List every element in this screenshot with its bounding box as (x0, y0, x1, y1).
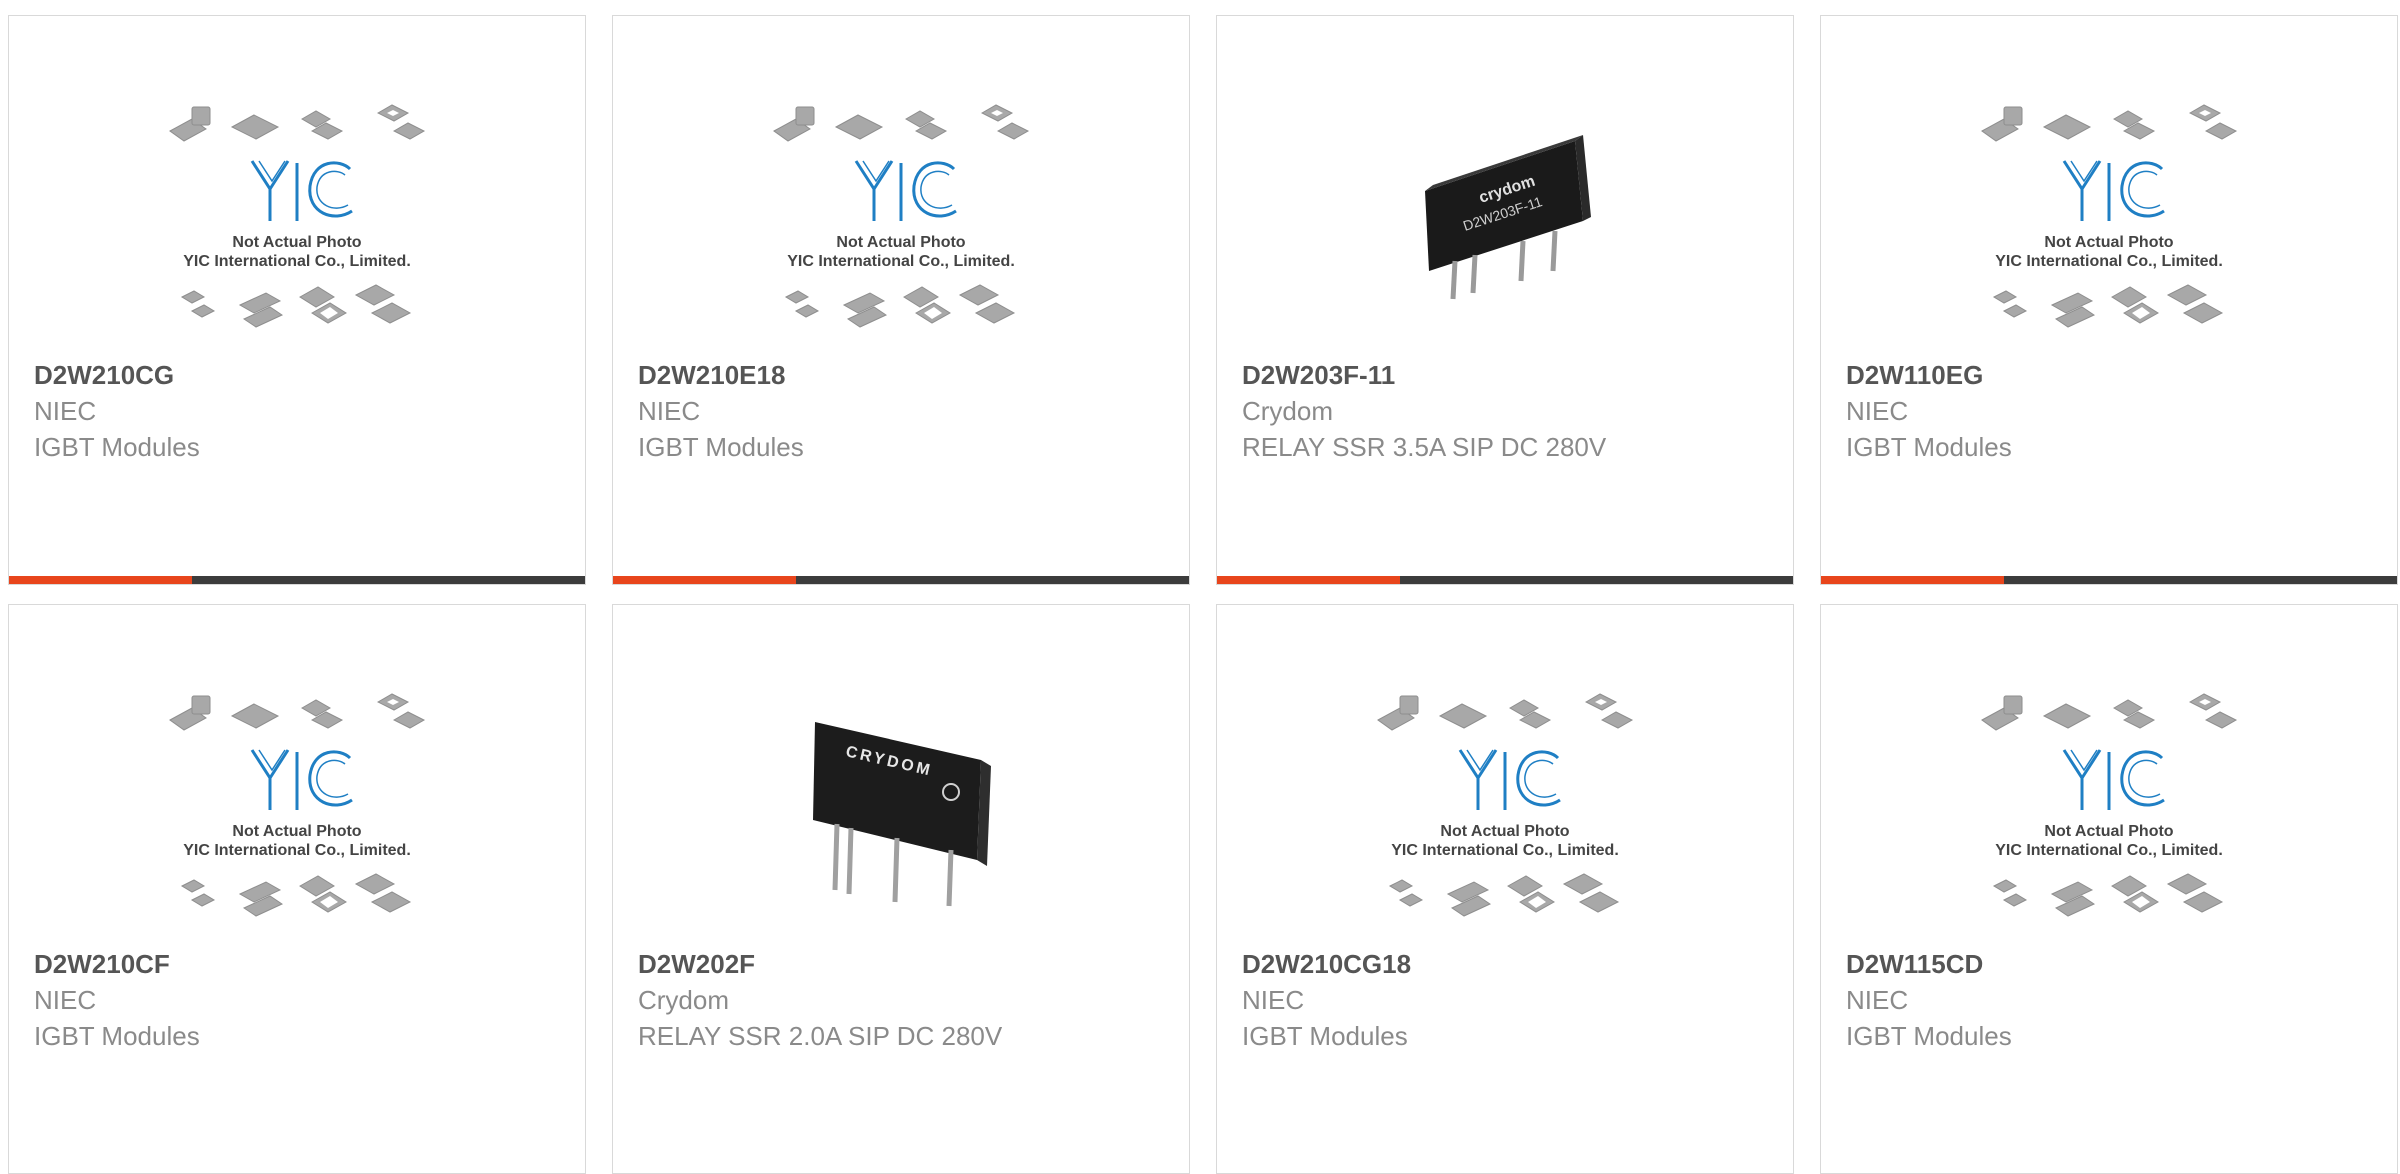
placeholder-caption: Not Actual Photo (2044, 823, 2173, 840)
manufacturer-label: NIEC (34, 985, 97, 1015)
product-card[interactable]: crydom D2W203F-11 D2W203F-11 Crydom RELA… (1216, 15, 1794, 585)
product-info: D2W210E18 NIEC IGBT Modules (638, 357, 1169, 465)
part-number-link[interactable]: D2W210CG18 (1242, 946, 1773, 982)
part-number-link[interactable]: D2W110EG (1846, 357, 2377, 393)
card-bottom-accent (613, 576, 796, 584)
part-number-link[interactable]: D2W210CF (34, 946, 565, 982)
product-image[interactable]: Not Actual Photo YIC International Co., … (1821, 665, 2397, 955)
relay-photo: CRYDOM (801, 710, 1001, 910)
yic-logo-icon (854, 160, 957, 221)
placeholder-caption: YIC International Co., Limited. (183, 253, 411, 270)
product-image[interactable]: Not Actual Photo YIC International Co., … (1821, 76, 2397, 366)
manufacturer-label: NIEC (1846, 396, 1909, 426)
product-card[interactable]: Not Actual Photo YIC International Co., … (1216, 604, 1794, 1174)
description-label: IGBT Modules (34, 432, 200, 462)
product-image[interactable]: crydom D2W203F-11 (1217, 76, 1793, 366)
product-info: D2W115CD NIEC IGBT Modules (1846, 946, 2377, 1054)
placeholder-image: Not Actual Photo YIC International Co., … (1377, 693, 1634, 917)
part-number-link[interactable]: D2W210CG (34, 357, 565, 393)
product-info: D2W110EG NIEC IGBT Modules (1846, 357, 2377, 465)
placeholder-image: Not Actual Photo YIC International Co., … (169, 693, 426, 917)
product-card[interactable]: Not Actual Photo YIC International Co., … (8, 15, 586, 585)
card-bottom-accent (9, 576, 192, 584)
card-bottom-bar (613, 576, 1189, 584)
part-number-link[interactable]: D2W202F (638, 946, 1169, 982)
yic-logo-icon (1458, 749, 1561, 810)
placeholder-image: Not Actual Photo YIC International Co., … (1981, 693, 2238, 917)
product-card[interactable]: Not Actual Photo YIC International Co., … (8, 604, 586, 1174)
placeholder-caption: Not Actual Photo (836, 234, 965, 251)
card-bottom-accent (1821, 576, 2004, 584)
product-info: D2W210CG NIEC IGBT Modules (34, 357, 565, 465)
product-grid: Not Actual Photo YIC International Co., … (8, 15, 2398, 1174)
placeholder-image: Not Actual Photo YIC International Co., … (169, 104, 426, 328)
product-info: D2W202F Crydom RELAY SSR 2.0A SIP DC 280… (638, 946, 1169, 1054)
manufacturer-label: NIEC (638, 396, 701, 426)
description-label: IGBT Modules (1846, 432, 2012, 462)
part-number-link[interactable]: D2W115CD (1846, 946, 2377, 982)
yic-logo-icon (2062, 160, 2165, 221)
part-number-link[interactable]: D2W210E18 (638, 357, 1169, 393)
product-card[interactable]: Not Actual Photo YIC International Co., … (1820, 604, 2398, 1174)
card-bottom-bar (9, 576, 585, 584)
product-image[interactable]: Not Actual Photo YIC International Co., … (613, 76, 1189, 366)
description-label: RELAY SSR 2.0A SIP DC 280V (638, 1021, 1003, 1051)
placeholder-caption: YIC International Co., Limited. (183, 842, 411, 859)
relay-photo: crydom D2W203F-11 (1405, 121, 1605, 321)
description-label: IGBT Modules (1242, 1021, 1408, 1051)
placeholder-caption: YIC International Co., Limited. (1995, 253, 2223, 270)
placeholder-caption: YIC International Co., Limited. (787, 253, 1015, 270)
manufacturer-label: Crydom (1242, 396, 1334, 426)
product-image[interactable]: Not Actual Photo YIC International Co., … (9, 665, 585, 955)
product-card[interactable]: CRYDOM D2W202F Crydom RELAY SSR 2.0A SIP… (612, 604, 1190, 1174)
description-label: IGBT Modules (34, 1021, 200, 1051)
product-image[interactable]: Not Actual Photo YIC International Co., … (9, 76, 585, 366)
card-bottom-bar (1217, 576, 1793, 584)
manufacturer-label: NIEC (1242, 985, 1305, 1015)
manufacturer-label: Crydom (638, 985, 730, 1015)
yic-logo-icon (250, 749, 353, 810)
placeholder-caption: Not Actual Photo (232, 234, 361, 251)
product-info: D2W210CF NIEC IGBT Modules (34, 946, 565, 1054)
placeholder-caption: Not Actual Photo (2044, 234, 2173, 251)
description-label: IGBT Modules (638, 432, 804, 462)
yic-logo-icon (2062, 749, 2165, 810)
description-label: RELAY SSR 3.5A SIP DC 280V (1242, 432, 1607, 462)
placeholder-caption: Not Actual Photo (232, 823, 361, 840)
placeholder-image: Not Actual Photo YIC International Co., … (773, 104, 1030, 328)
placeholder-image: Not Actual Photo YIC International Co., … (1981, 104, 2238, 328)
part-number-link[interactable]: D2W203F-11 (1242, 357, 1773, 393)
manufacturer-label: NIEC (34, 396, 97, 426)
placeholder-caption: YIC International Co., Limited. (1995, 842, 2223, 859)
product-card[interactable]: Not Actual Photo YIC International Co., … (612, 15, 1190, 585)
card-bottom-accent (1217, 576, 1400, 584)
card-bottom-bar (1821, 576, 2397, 584)
manufacturer-label: NIEC (1846, 985, 1909, 1015)
placeholder-caption: Not Actual Photo (1440, 823, 1569, 840)
product-image[interactable]: Not Actual Photo YIC International Co., … (1217, 665, 1793, 955)
description-label: IGBT Modules (1846, 1021, 2012, 1051)
product-info: D2W210CG18 NIEC IGBT Modules (1242, 946, 1773, 1054)
yic-logo-icon (250, 160, 353, 221)
product-card[interactable]: Not Actual Photo YIC International Co., … (1820, 15, 2398, 585)
placeholder-caption: YIC International Co., Limited. (1391, 842, 1619, 859)
product-image[interactable]: CRYDOM (613, 665, 1189, 955)
product-info: D2W203F-11 Crydom RELAY SSR 3.5A SIP DC … (1242, 357, 1773, 465)
